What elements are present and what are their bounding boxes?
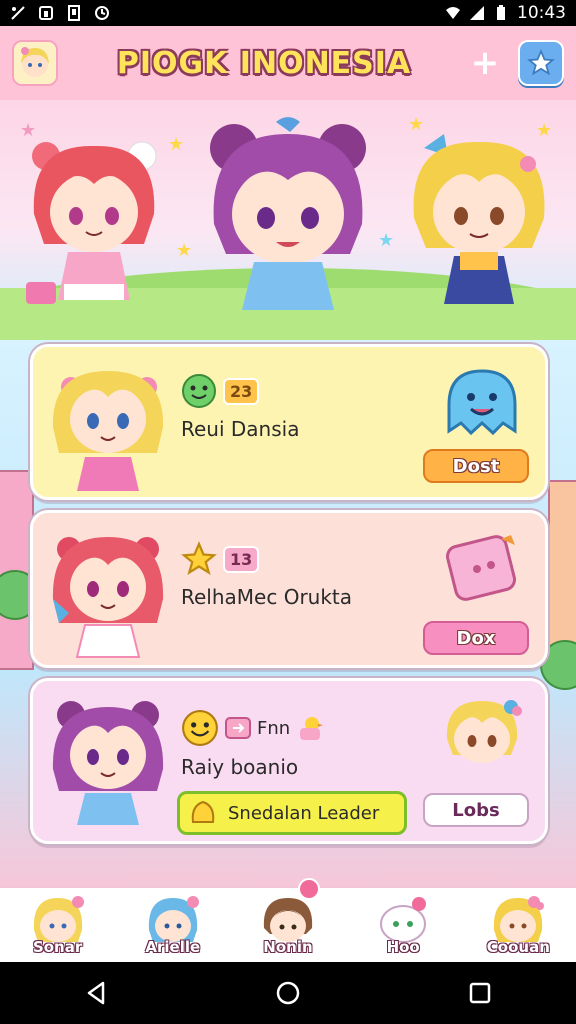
level-badge: 23 [223,377,260,405]
nav-item-arielle[interactable]: Arielle [125,894,221,956]
sync-icon [95,6,109,20]
nav-item-nonin[interactable]: Nonin [240,878,336,956]
sparkle-icon: ★ [168,134,185,155]
card-3-badges: Fnn [181,709,324,747]
smiley-face-icon [182,710,218,746]
card-3-name: Raiy boanio [181,755,299,779]
nav-label: Sonar [32,938,83,956]
card-3-tag: Fnn [257,717,291,739]
red-hair-girl-character[interactable] [24,134,164,314]
pink-item-card-icon [445,535,517,601]
status-bar: 10:43 [0,0,576,26]
recents-icon[interactable] [467,980,493,1006]
character-card-3[interactable]: Fnn Raiy boanio Snedalan Leader Lobs [30,678,548,844]
nav-item-coouan[interactable]: Coouan [470,894,566,956]
back-icon[interactable] [83,980,109,1006]
nav-label: Arielle [145,938,201,956]
blonde-girl-avatar-icon [14,42,56,84]
sparkle-icon: ★ [176,240,193,261]
nav-item-sonar[interactable]: Sonar [10,894,106,956]
nav-item-hoo[interactable]: Hoo [355,894,451,956]
blonde-pigtail-girl-portrait [52,371,164,491]
purple-hair-girl-character[interactable] [200,114,376,314]
card-1-name: Reui Dansia [181,417,300,441]
wifi-icon [446,7,460,19]
cell-signal-icon [470,6,484,20]
notification-dot [297,878,320,900]
app-icon [39,6,53,20]
leader-button-label: Snedalan Leader [228,802,380,824]
top-header: PIOGK INONESIA + [0,26,576,100]
bottom-navigation: Sonar Arielle Nonin Hoo Coouan [0,878,576,962]
star-icon [527,49,555,76]
nav-label: Nonin [263,938,313,956]
nav-label: Coouan [486,938,550,956]
card-2-name: RelhaMec Orukta [181,585,353,609]
character-card-2[interactable]: 13 RelhaMec Orukta Dox [30,510,548,668]
home-icon[interactable] [275,980,301,1006]
dost-button[interactable]: Dost [423,449,529,483]
battery-icon [497,5,505,20]
signal-tool-icon [11,6,25,20]
star-icon [181,541,217,575]
clock: 10:43 [517,3,566,23]
ticket-icon [225,717,251,739]
duck-icon [300,717,324,740]
level-badge: 13 [223,545,260,573]
green-face-icon [182,374,216,408]
card-1-badges: 23 [181,373,260,409]
add-button[interactable]: + [470,43,500,83]
yellow-blob-icon [191,800,215,823]
purple-bun-girl-portrait [52,701,164,825]
profile-avatar[interactable] [12,40,58,86]
dox-button[interactable]: Dox [423,621,529,655]
document-icon [68,5,80,21]
leader-button[interactable]: Snedalan Leader [177,791,407,835]
nav-label: Hoo [386,938,420,956]
character-card-1[interactable]: 23 Reui Dansia Dost [30,344,548,500]
blonde-girl-face-icon [446,700,522,763]
sparkle-icon: ★ [378,230,395,251]
lobs-button[interactable]: Lobs [423,793,529,827]
system-navigation-bar [0,962,576,1024]
card-2-badges: 13 [181,541,260,577]
hero-banner: ★ ★ ★ ★ ★ ★ [0,100,576,340]
game-title: PIOGK INONESIA [116,45,412,81]
favorites-button[interactable] [518,40,564,86]
red-pigtail-girl-portrait [52,537,164,658]
blonde-girl-character[interactable] [404,128,554,314]
blue-ghost-icon [447,369,517,436]
